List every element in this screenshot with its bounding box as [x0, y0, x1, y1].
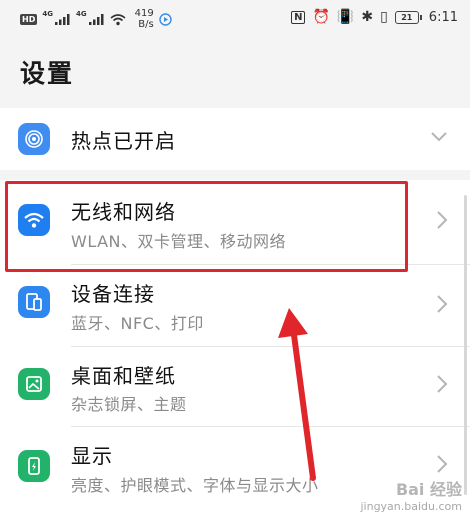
sim-icon: ▯: [380, 9, 388, 25]
watermark: Bai 经验 jingyan.baidu.com: [360, 476, 462, 513]
watermark-logo: Bai 经验: [395, 480, 462, 499]
row-title: 显示: [71, 444, 113, 468]
sim2-network-type: 4G: [75, 10, 87, 18]
bluetooth-icon: ✱: [361, 9, 374, 25]
settings-row-hotspot[interactable]: 热点已开启: [0, 108, 470, 170]
row-subtitle: 蓝牙、NFC、打印: [71, 314, 204, 333]
device-connect-icon: [18, 286, 50, 318]
row-divider: [71, 426, 470, 427]
page-title: 设置: [20, 59, 75, 88]
signal-icon: [54, 14, 70, 25]
settings-row-device-connection[interactable]: 设备连接 蓝牙、NFC、打印: [0, 264, 470, 346]
chevron-right-icon[interactable]: [436, 210, 448, 236]
speed-value: 419: [134, 8, 154, 19]
speed-unit: B/s: [138, 19, 154, 30]
scrollbar[interactable]: [464, 195, 467, 495]
chevron-right-icon[interactable]: [436, 294, 448, 320]
clock: 6:11: [428, 9, 458, 25]
row-subtitle: 亮度、护眼模式、字体与显示大小: [71, 476, 319, 495]
signal-icon: [88, 14, 104, 25]
chevron-down-icon[interactable]: [430, 124, 448, 149]
display-icon: [18, 450, 50, 482]
status-right: N ⏰ 📳 ✱ ▯ 21 6:11: [291, 9, 458, 25]
app-notification-icon: [158, 12, 172, 26]
settings-row-home-wallpaper[interactable]: 桌面和壁纸 杂志锁屏、主题: [0, 346, 470, 426]
status-left: HD 4G 4G 419 B/s: [20, 8, 172, 30]
vibrate-icon: 📳: [336, 9, 355, 25]
chevron-right-icon[interactable]: [436, 374, 448, 400]
row-title: 桌面和壁纸: [71, 364, 176, 388]
hotspot-icon: [18, 123, 50, 155]
watermark-url: jingyan.baidu.com: [360, 500, 462, 513]
wifi-status-icon: [110, 13, 126, 25]
battery-icon: 21: [394, 10, 422, 24]
wallpaper-icon: [18, 368, 50, 400]
annotation-highlight-box: [5, 181, 408, 272]
hd-badge: HD: [20, 13, 38, 25]
row-subtitle: 杂志锁屏、主题: [71, 395, 187, 414]
row-divider: [71, 346, 470, 347]
network-speed: 419 B/s: [135, 8, 154, 30]
row-title: 热点已开启: [71, 129, 176, 153]
status-bar: HD 4G 4G 419 B/s N ⏰ 📳 ✱ ▯ 21 6:11: [0, 0, 470, 38]
nfc-icon: N: [291, 10, 306, 24]
row-title: 设备连接: [71, 282, 155, 306]
sim1-network-type: 4G: [42, 10, 53, 18]
alarm-icon: ⏰: [312, 9, 330, 25]
